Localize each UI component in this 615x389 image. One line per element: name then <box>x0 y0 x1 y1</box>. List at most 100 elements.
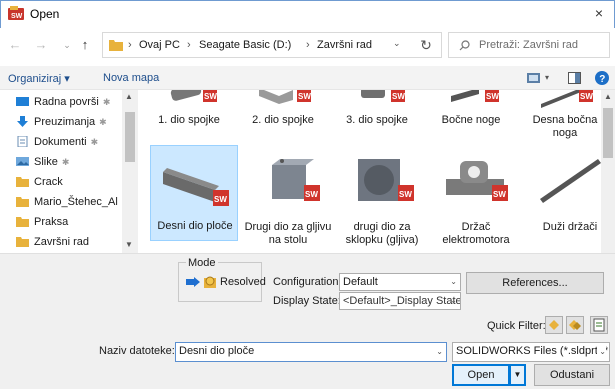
file-item[interactable]: SW Držač elektromotora <box>432 153 520 246</box>
sidebar-item-label: Praksa <box>34 216 69 228</box>
pin-icon: ✱ <box>61 156 70 167</box>
filter-drawings-button[interactable] <box>590 316 608 334</box>
breadcrumb-this-pc[interactable]: Ovaj PC <box>139 39 180 51</box>
sidebar-item-zavrsni-rad[interactable]: Završni rad <box>0 232 122 252</box>
file-name: 1. dio spojke <box>158 114 220 126</box>
folder-icon <box>16 237 29 247</box>
svg-text:SW: SW <box>399 190 412 199</box>
open-button[interactable]: Open <box>452 364 510 386</box>
pictures-icon <box>16 157 29 166</box>
part-thumbnail-icon: SW <box>163 168 229 206</box>
filter-parts-button[interactable] <box>545 316 563 334</box>
sidebar-item-label: Slike <box>34 156 58 168</box>
sidebar-scrollbar[interactable]: ▲ ▼ <box>122 90 138 253</box>
file-name: Bočne noge <box>441 114 501 126</box>
sidebar-item-pictures[interactable]: Slike ✱ <box>0 152 122 172</box>
part-thumbnail-icon: SW <box>272 159 320 201</box>
download-icon <box>17 116 28 127</box>
resolved-option[interactable]: Resolved <box>220 276 266 288</box>
file-type-value: SOLIDWORKS Files (*.sldprt; *.sl <box>456 345 610 357</box>
file-type-select[interactable]: SOLIDWORKS Files (*.sldprt; *.sl ⌄ <box>452 342 610 362</box>
file-item-selected[interactable]: SW Desni dio ploče <box>150 145 238 241</box>
file-item[interactable]: SW Drugi dio za gljivu na stolu <box>244 153 332 246</box>
filename-label: Naziv datoteke: <box>99 345 175 357</box>
display-state-select[interactable]: <Default>_Display State ⌄ <box>339 292 461 310</box>
svg-text:SW: SW <box>580 92 593 101</box>
sidebar-item-documents[interactable]: Dokumenti ✱ <box>0 132 122 152</box>
svg-text:SW: SW <box>214 195 227 204</box>
navigation-pane: Radna površi ✱ Preuzimanja ✱ Dokumenti ✱ Sl… <box>0 90 138 253</box>
file-name: Držač elektromotora <box>442 221 510 246</box>
part-thumbnail-icon: SW <box>170 90 217 102</box>
scroll-up-icon[interactable]: ▲ <box>604 92 612 101</box>
search-box[interactable]: Pretraži: Završni rad <box>448 32 610 58</box>
window-title: Open <box>30 7 60 21</box>
sidebar-item-label: Preuzimanja <box>34 116 96 128</box>
scroll-up-icon[interactable]: ▲ <box>125 92 133 101</box>
display-state-label: Display State: <box>273 295 341 307</box>
file-item[interactable]: SW drugi dio za sklopku (gljiva) <box>338 153 426 246</box>
solidworks-app-icon: SW <box>8 6 24 20</box>
documents-icon <box>17 136 28 147</box>
mode-label: Mode <box>186 257 218 269</box>
open-options-dropdown[interactable]: ▼ <box>510 364 526 386</box>
cancel-button[interactable]: Odustani <box>534 364 610 386</box>
back-button[interactable]: ← <box>8 38 22 52</box>
sidebar-item-label: Crack <box>34 176 63 188</box>
view-options-icon[interactable] <box>527 72 541 84</box>
new-folder-button[interactable]: Nova mapa <box>103 72 159 84</box>
pin-icon: ✱ <box>99 116 107 127</box>
configuration-value: Default <box>343 276 378 288</box>
recent-locations-icon[interactable]: ⌄ <box>60 38 74 52</box>
sidebar-item-crack[interactable]: Crack <box>0 172 122 192</box>
references-button[interactable]: References... <box>466 272 604 294</box>
refresh-icon[interactable]: ↻ <box>412 32 440 58</box>
sidebar-item-label: Mario_Štehec_Al <box>34 196 118 208</box>
close-icon[interactable]: × <box>588 4 610 22</box>
breadcrumb-drive[interactable]: Seagate Basic (D:) <box>199 39 291 51</box>
drawing-filter-icon <box>593 318 605 332</box>
folder-icon <box>109 40 123 51</box>
organize-menu[interactable]: Organiziraj ▾ <box>8 72 70 85</box>
address-dropdown-icon[interactable]: ⌄ <box>393 38 401 49</box>
breadcrumb-separator: › <box>306 39 310 51</box>
arrow-right-icon <box>186 277 200 287</box>
scrollbar-thumb[interactable] <box>125 112 135 162</box>
svg-text:SW: SW <box>305 190 318 199</box>
filter-assemblies-button[interactable] <box>566 316 584 334</box>
up-button[interactable]: ↑ <box>78 38 92 52</box>
command-bar <box>0 66 615 90</box>
address-bar[interactable]: › Ovaj PC › Seagate Basic (D:) › Završni… <box>102 32 442 58</box>
file-item[interactable]: SW Desna bočna noga <box>521 90 609 160</box>
svg-text:?: ? <box>599 74 605 85</box>
sidebar-item-mario-stehec[interactable]: Mario_Štehec_Al <box>0 192 122 212</box>
view-dropdown-icon[interactable]: ▾ <box>545 73 549 82</box>
sidebar-item-downloads[interactable]: Preuzimanja ✱ <box>0 112 122 132</box>
breadcrumb-current-folder[interactable]: Završni rad <box>317 39 372 51</box>
sidebar-item-desktop[interactable]: Radna površi ✱ <box>0 92 122 112</box>
forward-button[interactable]: → <box>34 38 48 52</box>
configuration-select[interactable]: Default ⌄ <box>339 273 461 291</box>
scroll-down-icon[interactable]: ▼ <box>125 240 133 249</box>
file-item[interactable]: SW 2. dio spojke <box>239 90 327 160</box>
dropdown-arrow-icon: ▼ <box>513 370 522 379</box>
svg-text:SW: SW <box>486 92 499 101</box>
folder-icon <box>16 177 29 187</box>
help-icon[interactable]: ? <box>595 71 609 85</box>
sidebar-item-praksa[interactable]: Praksa <box>0 212 122 232</box>
filename-input[interactable]: Desni dio ploče ⌄ <box>175 342 447 362</box>
file-item[interactable]: SW Bočne noge <box>427 90 515 160</box>
file-name: Drugi dio za gljivu na stolu <box>244 221 332 246</box>
file-name: 3. dio spojke <box>346 114 408 126</box>
chevron-down-icon: ⌄ <box>450 277 457 286</box>
file-item[interactable]: SW 3. dio spojke <box>333 90 421 160</box>
file-name: Desna bočna noga <box>532 114 598 139</box>
preview-pane-icon[interactable] <box>568 72 581 84</box>
scrollbar-thumb[interactable] <box>603 108 613 158</box>
file-name: drugi dio za sklopku (gljiva) <box>345 221 419 246</box>
display-state-value: <Default>_Display State <box>343 295 461 307</box>
file-list: SW 1. dio spojke SW 2. dio spojke SW 3. … <box>139 90 615 253</box>
search-placeholder: Pretraži: Završni rad <box>479 39 579 51</box>
desktop-icon <box>16 97 29 106</box>
file-list-scrollbar[interactable]: ▲ <box>601 90 615 253</box>
